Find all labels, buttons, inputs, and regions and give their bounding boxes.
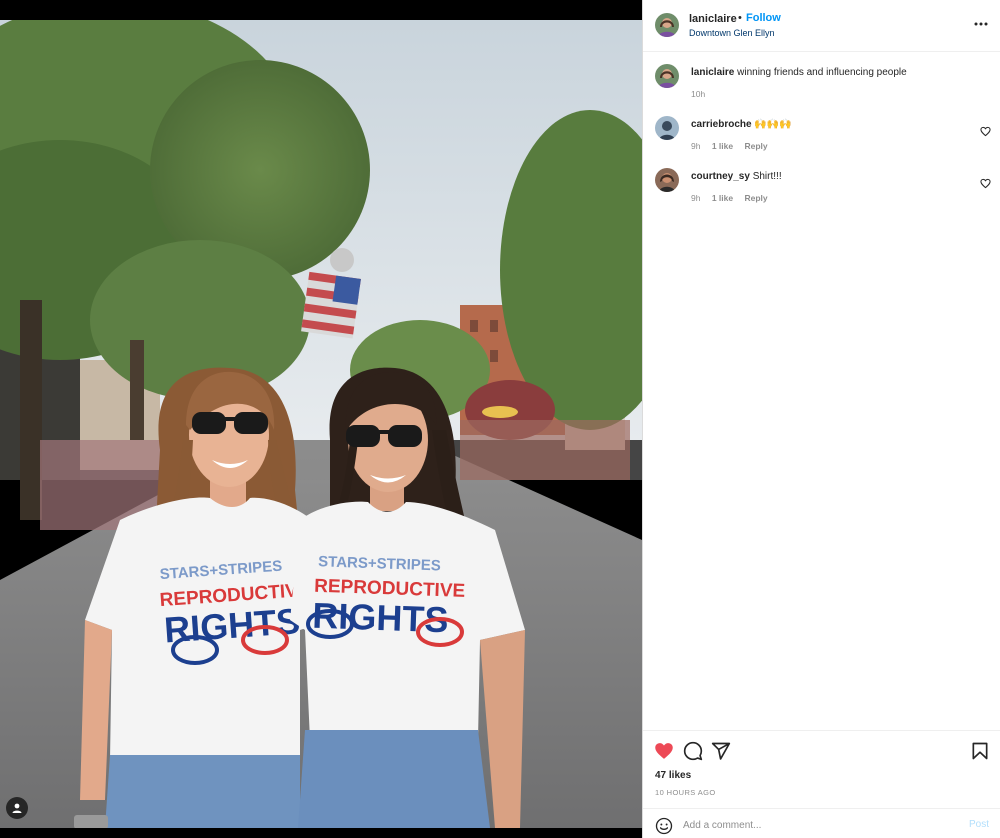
caption-time: 10h xyxy=(691,89,706,99)
comment-text: carriebroche 🙌🙌🙌 xyxy=(691,118,961,131)
caption-username[interactable]: laniclaire xyxy=(691,67,734,78)
post-author-username[interactable]: laniclaire xyxy=(689,13,737,25)
paper-plane-icon[interactable] xyxy=(711,741,731,761)
caption-body: winning friends and influencing people xyxy=(737,67,907,78)
heart-filled-icon[interactable] xyxy=(654,741,674,761)
post-comment-button[interactable]: Post xyxy=(969,819,989,830)
comment-body: 🙌🙌🙌 xyxy=(754,119,792,130)
comment-body: Shirt!!! xyxy=(752,171,782,182)
comment-time: 9h xyxy=(691,193,701,203)
post-location-link[interactable]: Downtown Glen Ellyn xyxy=(689,28,775,38)
reply-button[interactable]: Reply xyxy=(745,193,768,203)
post-actions: 47 likes 10 HOURS AGO xyxy=(643,730,1000,808)
post-sidebar: laniclaire • Follow Downtown Glen Ellyn … xyxy=(642,0,1000,838)
caption-meta: 10h xyxy=(691,89,714,99)
emoji-smile-icon[interactable] xyxy=(655,817,673,835)
user-tag-icon[interactable] xyxy=(6,797,28,819)
follow-button[interactable]: Follow xyxy=(746,12,781,24)
comment-meta: 9h 1 like Reply xyxy=(691,141,777,151)
reply-button[interactable]: Reply xyxy=(745,141,768,151)
comment-likes[interactable]: 1 like xyxy=(712,193,733,203)
comment-meta: 9h 1 like Reply xyxy=(691,193,777,203)
avatar[interactable] xyxy=(655,168,679,192)
photo-pane: STARS+STRIPES REPRODUCTIVE RIGHTS STARS+… xyxy=(0,0,642,838)
post-photo[interactable]: STARS+STRIPES REPRODUCTIVE RIGHTS STARS+… xyxy=(0,20,642,828)
comment-input[interactable] xyxy=(683,815,953,835)
avatar[interactable] xyxy=(655,116,679,140)
heart-outline-icon[interactable] xyxy=(980,176,991,189)
comment-username[interactable]: courtney_sy xyxy=(691,171,750,182)
caption-text: laniclaire winning friends and influenci… xyxy=(691,66,961,79)
more-horizontal-icon[interactable] xyxy=(973,16,989,32)
comment-composer: Post xyxy=(643,808,1000,838)
post-header: laniclaire • Follow Downtown Glen Ellyn xyxy=(643,0,1000,52)
heart-outline-icon[interactable] xyxy=(980,124,991,137)
post-timestamp: 10 HOURS AGO xyxy=(655,788,716,797)
comment-time: 9h xyxy=(691,141,701,151)
comment-username[interactable]: carriebroche xyxy=(691,119,752,130)
comment-text: courtney_sy Shirt!!! xyxy=(691,170,961,183)
svg-text:RIGHTS: RIGHTS xyxy=(312,595,449,641)
avatar[interactable] xyxy=(655,13,679,37)
likes-count[interactable]: 47 likes xyxy=(655,770,691,781)
separator-dot: • xyxy=(738,12,742,24)
avatar[interactable] xyxy=(655,64,679,88)
bookmark-icon[interactable] xyxy=(970,741,990,761)
comment-likes[interactable]: 1 like xyxy=(712,141,733,151)
comment-bubble-icon[interactable] xyxy=(683,741,703,761)
